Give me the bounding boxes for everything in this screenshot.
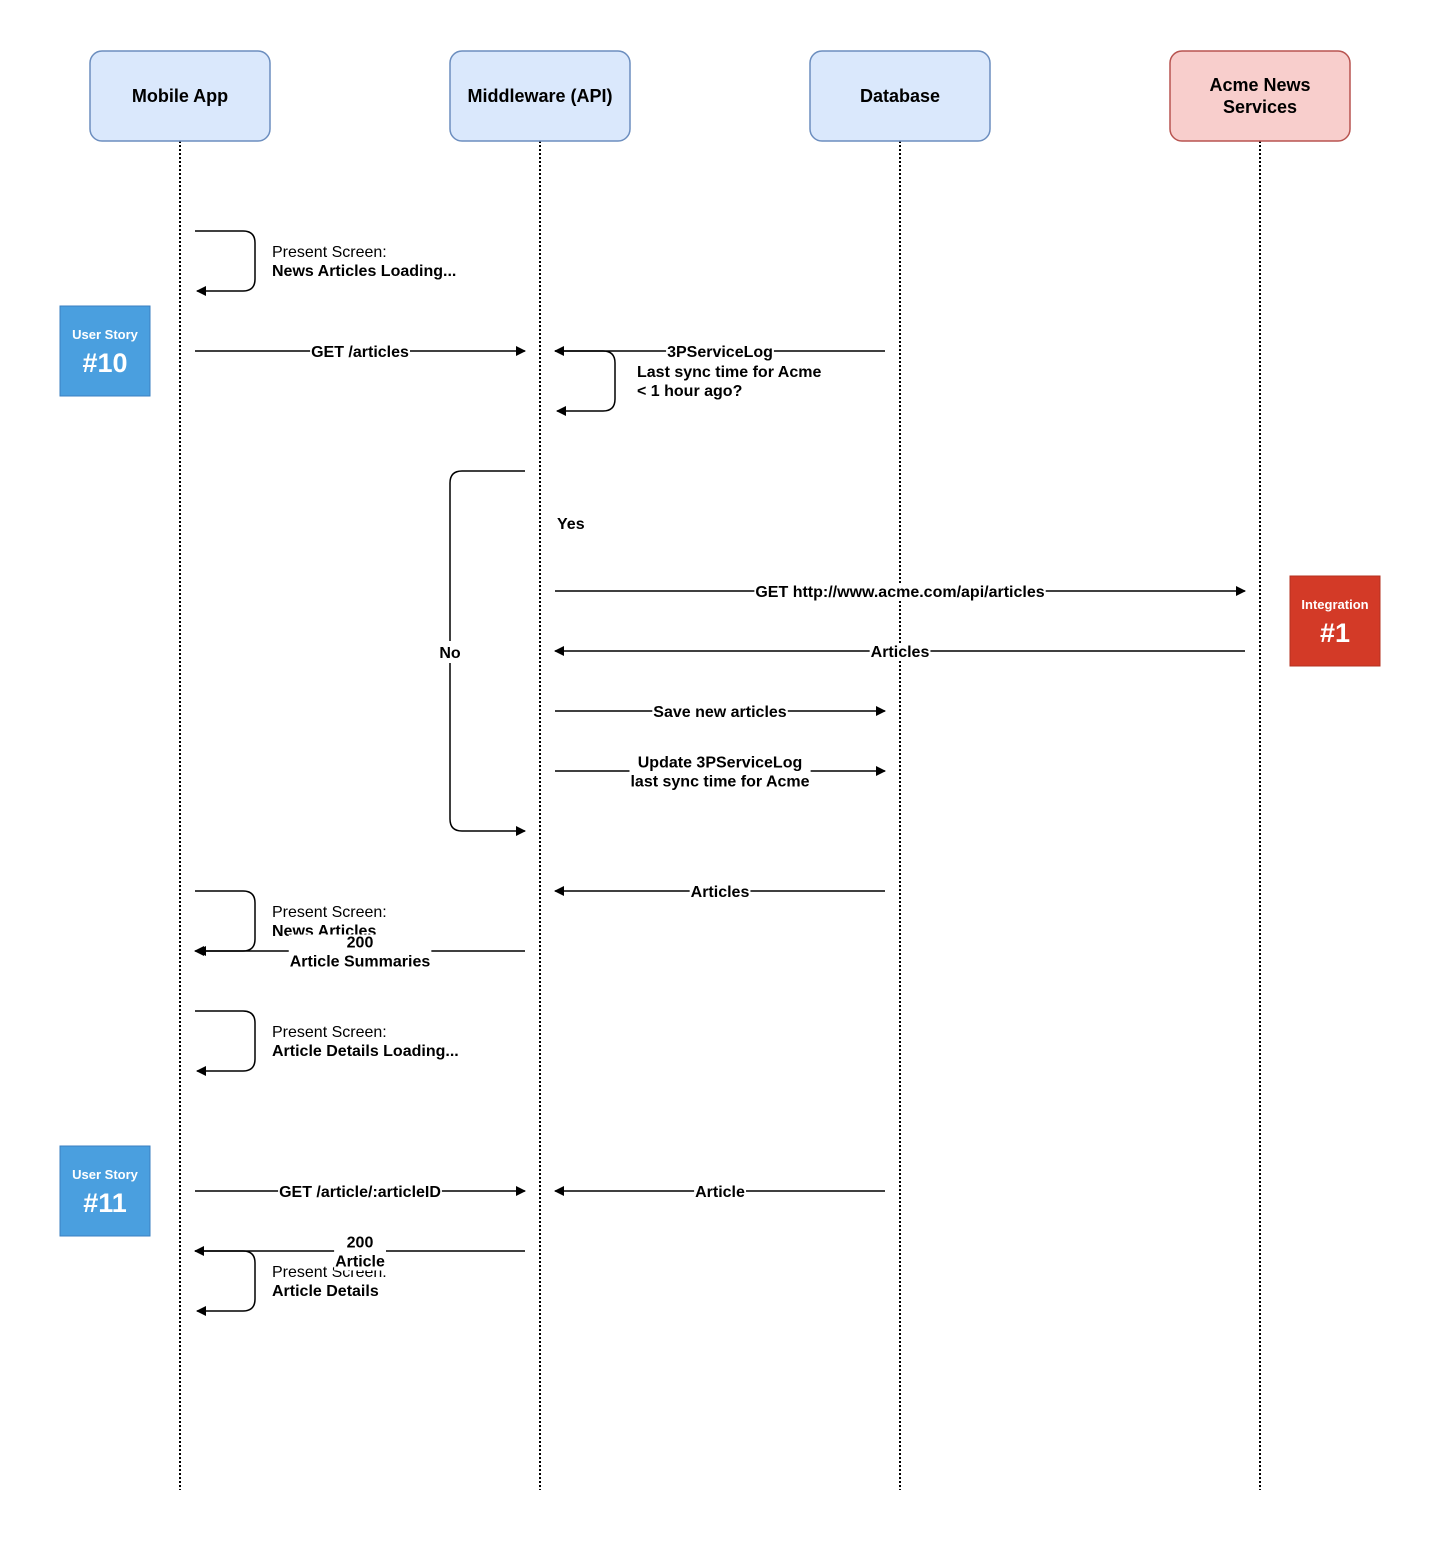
message: Articles — [554, 644, 1245, 661]
message: Save new articles — [555, 704, 886, 721]
actors: Mobile App Middleware (API) Database Acme N… — [89, 50, 1351, 142]
message-label: Article — [695, 1184, 745, 1201]
message: 3PServiceLog — [554, 344, 885, 361]
self-arrow — [195, 1250, 256, 1316]
no-label: No — [439, 645, 461, 662]
actor-api: Middleware (API) — [449, 50, 631, 142]
actor-db: Database — [809, 50, 991, 142]
sequence-diagram: Mobile App Middleware (API) Database Acme N… — [59, 50, 1381, 1490]
message: 200 Article Summaries — [194, 934, 525, 971]
self-arrow — [555, 350, 616, 416]
message: GET http://www.acme.com/api/articles — [555, 584, 1246, 601]
actor-label: Database — [860, 86, 940, 106]
integration-badge: Integration #1 — [1289, 575, 1381, 667]
message: GET /articles — [195, 344, 526, 361]
badge-number: #11 — [83, 1188, 127, 1218]
user-story-badge: User Story #10 — [59, 305, 151, 397]
actor-box — [1169, 50, 1351, 142]
message-label: Articles — [871, 644, 930, 661]
self-message-label: Present Screen: News Articles Loading... — [272, 244, 456, 280]
actor-acme: Acme News Services — [1169, 50, 1351, 142]
self-message: Present Screen: Article Details Loading..… — [195, 1010, 459, 1076]
message-label: GET /articles — [311, 344, 409, 361]
message-label: GET http://www.acme.com/api/articles — [755, 584, 1044, 601]
self-arrow — [195, 230, 256, 296]
badge-title: User Story — [72, 327, 139, 342]
self-message-label: Present Screen: Article Details Loading..… — [272, 1024, 459, 1060]
badge-number: #1 — [1320, 618, 1350, 648]
badge-title: Integration — [1301, 597, 1368, 612]
messages: GET /articles 3PServiceLog GET http://www.… — [194, 344, 1246, 1271]
actor-label: Middleware (API) — [467, 86, 612, 106]
actor-mobile: Mobile App — [89, 50, 271, 142]
message: Update 3PServiceLog last sync time for Ac… — [555, 754, 886, 791]
message: GET /article/:articleID — [195, 1184, 526, 1201]
message-label: Articles — [691, 884, 750, 901]
actor-label: Mobile App — [132, 86, 228, 106]
message: Article — [554, 1184, 885, 1201]
self-arrow — [195, 890, 256, 956]
badge-title: User Story — [72, 1167, 139, 1182]
yes-label: Yes — [557, 516, 585, 533]
message: Articles — [554, 884, 885, 901]
badge-number: #10 — [82, 348, 127, 378]
message: 200 Article — [194, 1234, 525, 1271]
self-arrow — [195, 1010, 256, 1076]
self-message-label: Last sync time for Acme < 1 hour ago? — [637, 364, 821, 400]
message-label: 3PServiceLog — [667, 344, 773, 361]
message-label: Save new articles — [653, 704, 787, 721]
message-label: GET /article/:articleID — [279, 1184, 441, 1201]
user-story-badge: User Story #11 — [59, 1145, 151, 1237]
self-message: Present Screen: News Articles Loading... — [195, 230, 456, 296]
